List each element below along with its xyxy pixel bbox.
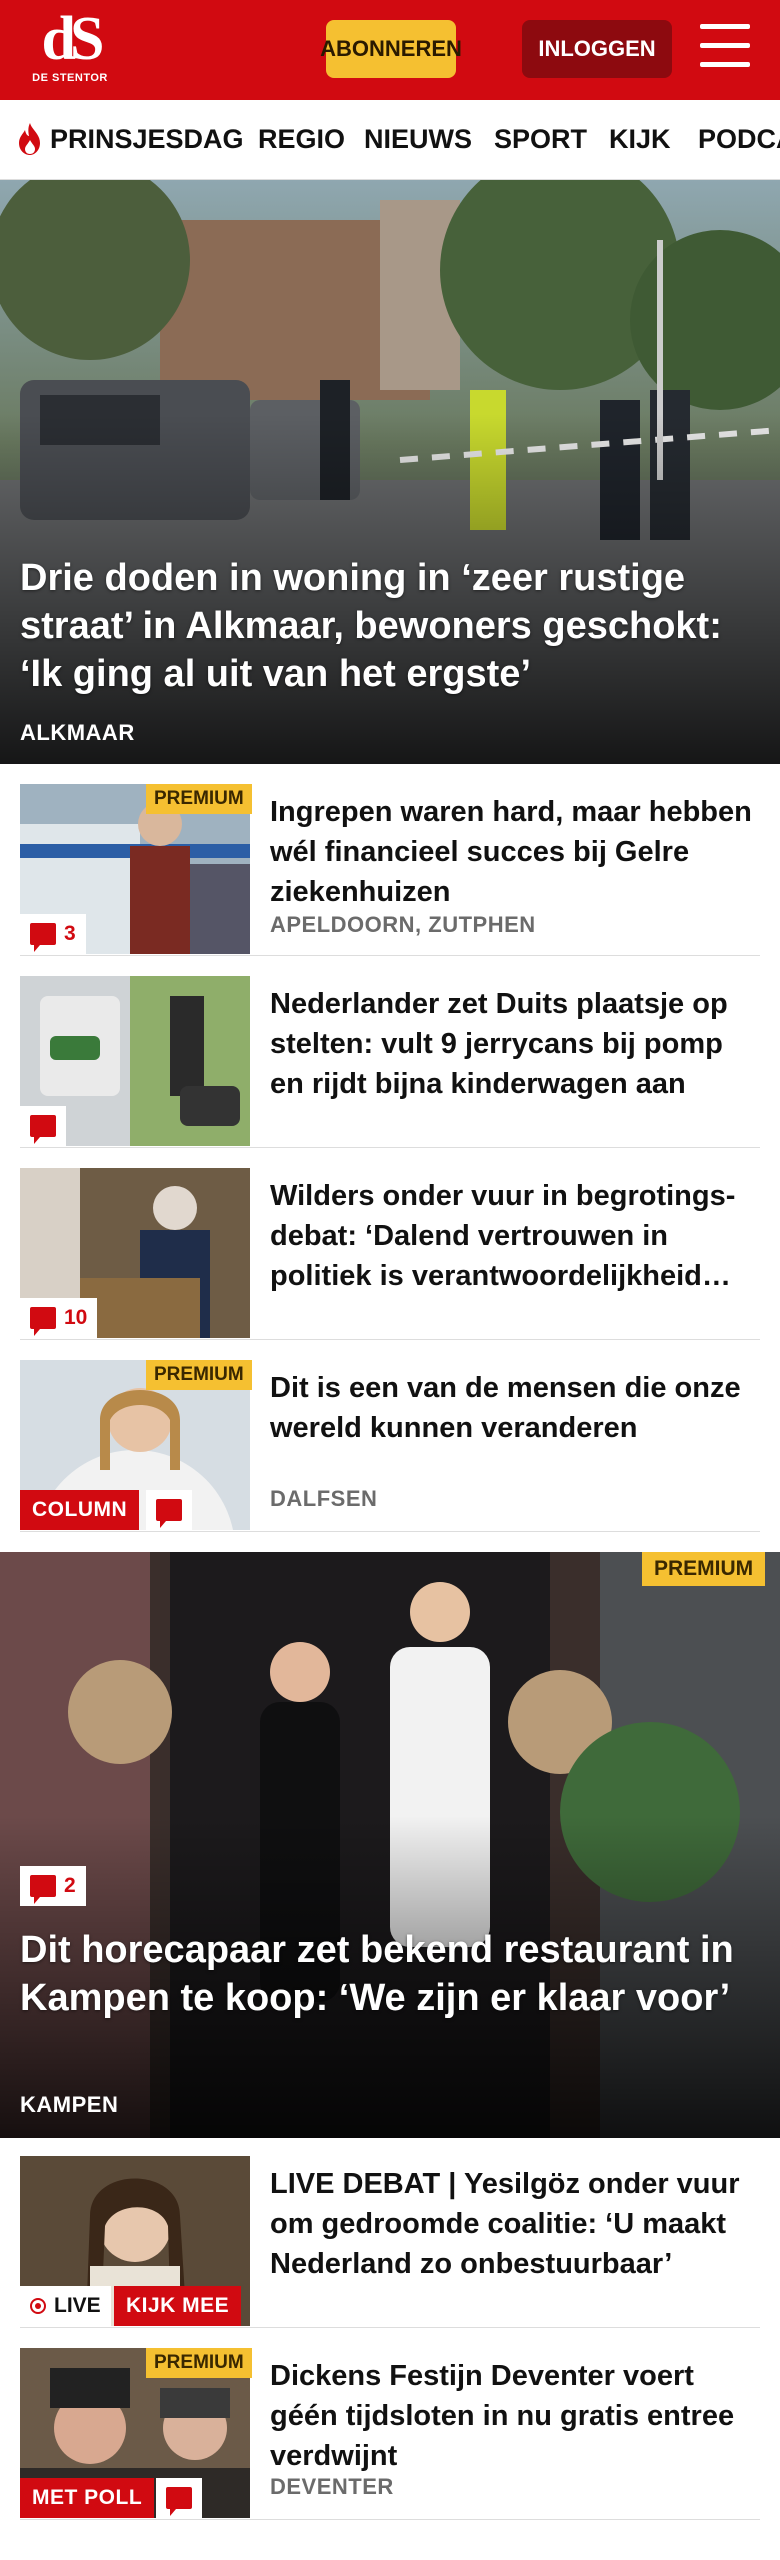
- comment-icon: [30, 923, 56, 952]
- login-button[interactable]: INLOGGEN: [522, 20, 672, 78]
- article-jerrycans[interactable]: Nederlander zet Duits plaatsje op stelte…: [20, 976, 760, 1148]
- comment-icon: [166, 2487, 192, 2516]
- premium-badge: PREMIUM: [146, 784, 252, 814]
- article-title: Nederlander zet Duits plaatsje op stelte…: [270, 988, 728, 1100]
- nav-item-sport[interactable]: SPORT: [494, 124, 587, 155]
- hero-image: [0, 1552, 780, 2138]
- subscribe-button[interactable]: ABONNEREN: [320, 20, 462, 78]
- article-location: DEVENTER: [270, 2474, 394, 2499]
- hero-title: Drie doden in woning in ‘zeer rustige st…: [20, 557, 722, 695]
- live-indicator: LIVE: [20, 2286, 111, 2326]
- live-dot-icon: [30, 2298, 46, 2314]
- column-label: COLUMN: [20, 1490, 140, 1530]
- logo-mark: dS: [41, 5, 105, 73]
- logo[interactable]: dS DE STENTOR: [20, 8, 120, 92]
- article-live-debat[interactable]: LIVE KIJK MEE LIVE DEBAT | Yesilgöz onde…: [20, 2156, 760, 2328]
- premium-badge: PREMIUM: [146, 2348, 252, 2378]
- premium-badge: PREMIUM: [146, 1360, 252, 1390]
- nav-item-podcast[interactable]: PODCA: [698, 124, 780, 155]
- comment-count[interactable]: 10: [20, 1298, 98, 1338]
- comment-icon: [30, 1115, 56, 1144]
- hero-article-alkmaar[interactable]: Drie doden in woning in ‘zeer rustige st…: [0, 180, 780, 764]
- nav-item-prinsjesdag[interactable]: PRINSJESDAG: [50, 124, 244, 155]
- comment-count[interactable]: [146, 1490, 192, 1530]
- article-column-dalfsen[interactable]: PREMIUM COLUMN Dit is een van de mensen …: [20, 1360, 760, 1532]
- article-title: Wilders onder vuur in begrotings­debat: …: [270, 1180, 736, 1292]
- comment-count[interactable]: [20, 1106, 66, 1146]
- comment-count[interactable]: 3: [20, 914, 86, 954]
- comment-icon: [156, 1499, 182, 1528]
- comment-icon: [30, 1875, 56, 1904]
- article-dickens-festijn[interactable]: PREMIUM MET POLL Dickens Festijn Devente…: [20, 2348, 760, 2520]
- comment-count[interactable]: [156, 2478, 202, 2518]
- menu-icon[interactable]: [700, 24, 752, 72]
- article-gelre[interactable]: PREMIUM 3 Ingrepen waren hard, maar hebb…: [20, 784, 760, 956]
- article-location: DALFSEN: [270, 1486, 378, 1511]
- hero-location: ALKMAAR: [20, 720, 135, 745]
- nav-item-nieuws[interactable]: NIEUWS: [364, 124, 472, 155]
- comment-count[interactable]: 2: [20, 1866, 86, 1906]
- nav-item-regio[interactable]: REGIO: [258, 124, 345, 155]
- article-location: APELDOORN, ZUTPHEN: [270, 912, 536, 937]
- section-nav: PRINSJESDAG REGIO NIEUWS SPORT KIJK PODC…: [0, 100, 780, 180]
- flame-icon: [19, 123, 40, 155]
- premium-badge: PREMIUM: [642, 1552, 766, 1586]
- hero-location: KAMPEN: [20, 2092, 119, 2117]
- top-bar: dS DE STENTOR ABONNEREN INLOGGEN: [0, 0, 780, 100]
- article-title: LIVE DEBAT | Yesilgöz onder vuur om gedr…: [270, 2168, 740, 2280]
- hero-article-kampen[interactable]: PREMIUM 2 Dit horecapaar zet bekend rest…: [0, 1552, 780, 2138]
- article-wilders[interactable]: 10 Wilders onder vuur in begrotings­deba…: [20, 1168, 760, 1340]
- comment-icon: [30, 1307, 56, 1336]
- logo-subtitle: DE STENTOR: [32, 72, 108, 84]
- hero-title: Dit horecapaar zet bekend restaurant in …: [20, 1929, 734, 2019]
- nav-item-kijk[interactable]: KIJK: [609, 124, 671, 155]
- watch-label[interactable]: KIJK MEE: [114, 2286, 242, 2326]
- article-title: Ingrepen waren hard, maar hebben wél fin…: [270, 796, 752, 908]
- article-title: Dit is een van de mensen die onze wereld…: [270, 1372, 741, 1444]
- article-title: Dickens Festijn Deventer voert géén tijd…: [270, 2360, 735, 2472]
- poll-label: MET POLL: [20, 2478, 155, 2518]
